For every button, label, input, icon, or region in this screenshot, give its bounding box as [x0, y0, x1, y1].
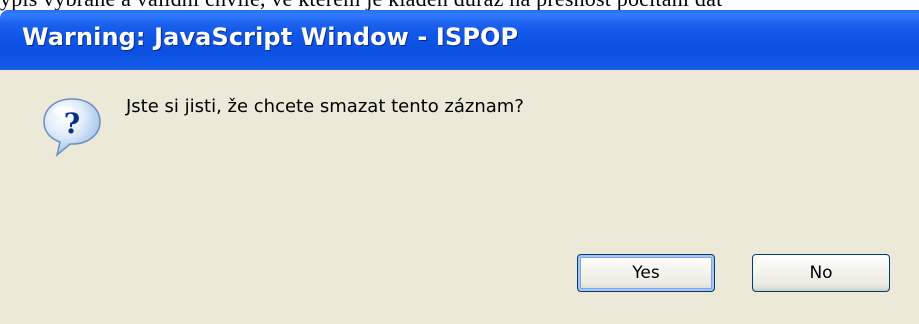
screen: ýpis vybrané a validní chvíle, ve kterém… — [0, 0, 919, 324]
question-icon: ? — [40, 95, 104, 159]
dialog-titlebar[interactable]: Warning: JavaScript Window - ISPOP — [0, 10, 919, 70]
yes-button[interactable]: Yes — [577, 254, 715, 292]
no-button[interactable]: No — [752, 254, 890, 292]
svg-text:?: ? — [64, 107, 80, 140]
dialog-message: Jste si jisti, že chcete smazat tento zá… — [126, 96, 524, 117]
dialog-title: Warning: JavaScript Window - ISPOP — [22, 23, 519, 51]
